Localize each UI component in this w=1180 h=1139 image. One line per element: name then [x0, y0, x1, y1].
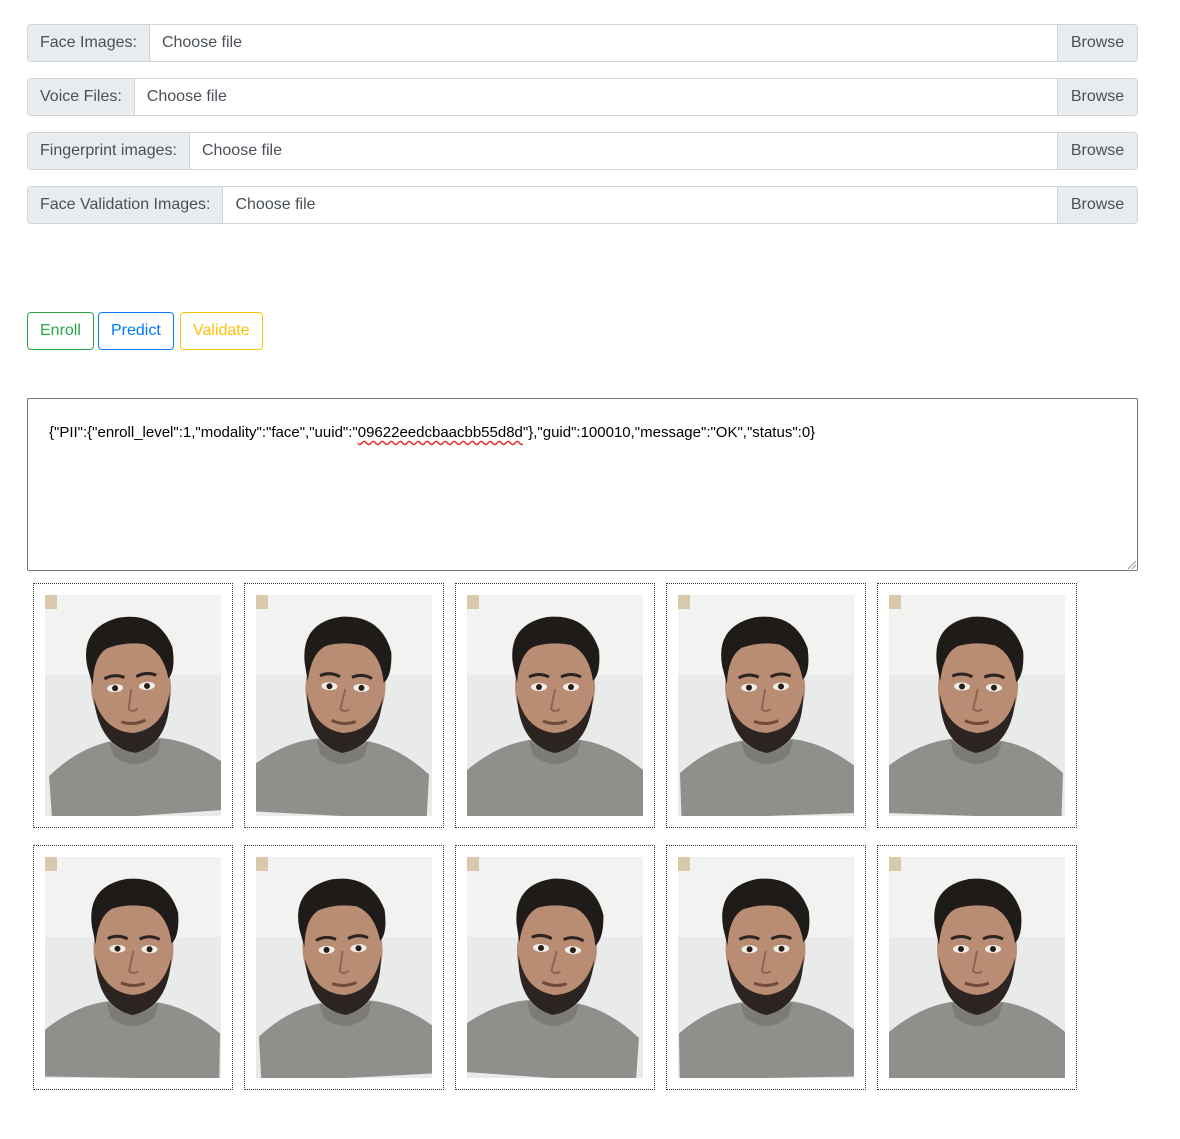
face-photo-image [467, 595, 643, 816]
fingerprint-images-label: Fingerprint images: [28, 133, 190, 169]
face-thumbnail [877, 583, 1077, 828]
voice-files-browse-button[interactable]: Browse [1057, 79, 1137, 115]
face-thumbnail [455, 583, 655, 828]
fingerprint-images-upload[interactable]: Fingerprint images: Choose file Browse [27, 132, 1138, 170]
face-images-browse-button[interactable]: Browse [1057, 25, 1137, 61]
face-photo-image [678, 857, 854, 1078]
face-thumbnail [33, 845, 233, 1090]
enroll-button[interactable]: Enroll [27, 312, 94, 350]
result-textarea[interactable]: {"PII":{"enroll_level":1,"modality":"fac… [27, 398, 1138, 571]
result-text-suffix: "},"guid":100010,"message":"OK","status"… [522, 424, 816, 441]
gallery-row [33, 845, 1093, 1090]
predict-button[interactable]: Predict [98, 312, 174, 350]
face-thumbnail [244, 845, 444, 1090]
face-validation-images-upload[interactable]: Face Validation Images: Choose file Brow… [27, 186, 1138, 224]
voice-files-upload[interactable]: Voice Files: Choose file Browse [27, 78, 1138, 116]
face-images-label: Face Images: [28, 25, 150, 61]
face-thumbnail [877, 845, 1077, 1090]
face-images-file-input[interactable]: Choose file [149, 25, 1057, 61]
result-uuid: 09622eedcbaacbb55d8d [357, 424, 523, 441]
validate-button[interactable]: Validate [180, 312, 263, 350]
face-validation-images-browse-button[interactable]: Browse [1057, 187, 1137, 223]
face-photo-image [889, 857, 1065, 1078]
face-validation-images-label: Face Validation Images: [28, 187, 224, 223]
fingerprint-images-file-input[interactable]: Choose file [189, 133, 1057, 169]
face-images-upload[interactable]: Face Images: Choose file Browse [27, 24, 1138, 62]
voice-files-file-input[interactable]: Choose file [134, 79, 1057, 115]
face-thumbnail [666, 845, 866, 1090]
voice-files-label: Voice Files: [28, 79, 135, 115]
face-photo-image [45, 595, 221, 816]
face-photo-image [467, 857, 643, 1078]
face-photo-image [256, 595, 432, 816]
face-thumbnail [33, 583, 233, 828]
face-validation-images-file-input[interactable]: Choose file [223, 187, 1057, 223]
face-thumbnail [455, 845, 655, 1090]
fingerprint-images-browse-button[interactable]: Browse [1057, 133, 1137, 169]
face-photo-image [678, 595, 854, 816]
face-photo-image [45, 857, 221, 1078]
face-thumbnail [666, 583, 866, 828]
face-image-gallery [33, 583, 1093, 1107]
gallery-row [33, 583, 1093, 828]
face-photo-image [889, 595, 1065, 816]
result-text-prefix: {"PII":{"enroll_level":1,"modality":"fac… [49, 424, 358, 441]
face-photo-image [256, 857, 432, 1078]
face-thumbnail [244, 583, 444, 828]
resize-handle-icon[interactable] [1128, 561, 1136, 569]
